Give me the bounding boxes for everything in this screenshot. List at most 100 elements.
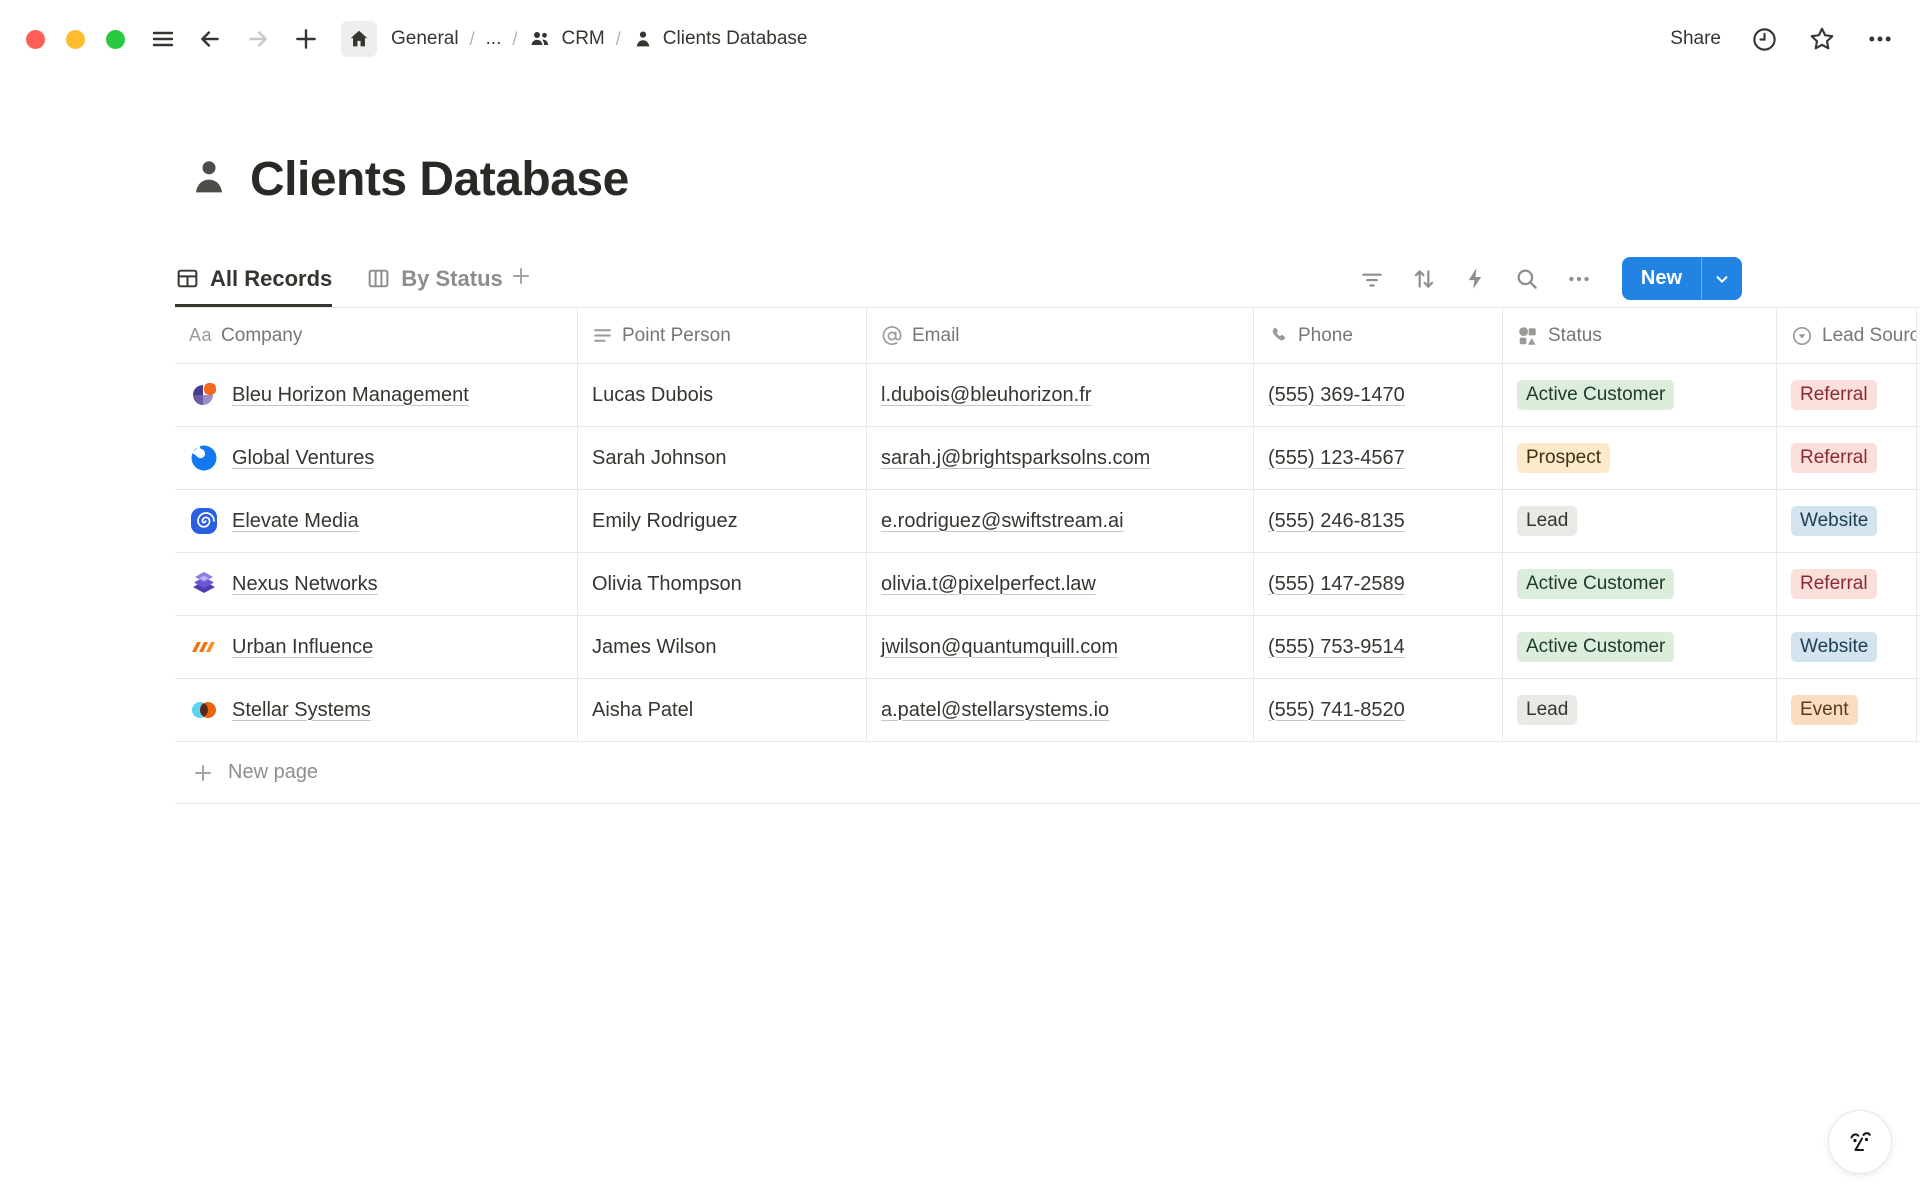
cell-phone[interactable]: (555) 123-4567 <box>1254 427 1503 489</box>
cell-phone[interactable]: (555) 741-8520 <box>1254 679 1503 741</box>
company-link[interactable]: Bleu Horizon Management <box>232 384 469 407</box>
status-badge[interactable]: Prospect <box>1517 443 1610 473</box>
tab-all-records[interactable]: All Records <box>175 250 332 307</box>
back-icon[interactable] <box>197 26 223 52</box>
status-badge[interactable]: Active Customer <box>1517 380 1674 410</box>
more-options-icon[interactable] <box>1566 266 1592 292</box>
cell-status[interactable]: Active Customer <box>1503 553 1777 615</box>
company-open-target[interactable]: Bleu Horizon Management <box>189 380 469 410</box>
lead-source-badge[interactable]: Referral <box>1791 380 1877 410</box>
email-link[interactable]: olivia.t@pixelperfect.law <box>881 573 1096 596</box>
cell-email[interactable]: olivia.t@pixelperfect.law <box>867 553 1254 615</box>
cell-phone[interactable]: (555) 369-1470 <box>1254 364 1503 426</box>
tab-by-status[interactable]: By Status <box>366 250 502 307</box>
email-link[interactable]: e.rodriguez@swiftstream.ai <box>881 510 1124 533</box>
cell-status[interactable]: Lead <box>1503 490 1777 552</box>
phone-link[interactable]: (555) 753-9514 <box>1268 636 1405 659</box>
cell-point-person[interactable]: Sarah Johnson <box>578 427 867 489</box>
cell-status[interactable]: Prospect <box>1503 427 1777 489</box>
company-open-target[interactable]: Elevate Media <box>189 506 359 536</box>
star-icon[interactable] <box>1808 25 1836 53</box>
cell-point-person[interactable]: Lucas Dubois <box>578 364 867 426</box>
cell-point-person[interactable]: Olivia Thompson <box>578 553 867 615</box>
cell-email[interactable]: e.rodriguez@swiftstream.ai <box>867 490 1254 552</box>
cell-phone[interactable]: (555) 246-8135 <box>1254 490 1503 552</box>
breadcrumb-item-general[interactable]: General <box>391 28 459 50</box>
column-header-company[interactable]: AaCompany <box>175 308 578 363</box>
cell-lead-source[interactable]: Event <box>1777 679 1917 741</box>
company-open-target[interactable]: Global Ventures <box>189 443 374 473</box>
ai-face-button[interactable] <box>1828 1110 1892 1174</box>
email-link[interactable]: a.patel@stellarsystems.io <box>881 699 1109 722</box>
more-icon[interactable] <box>1866 25 1894 53</box>
lead-source-badge[interactable]: Referral <box>1791 569 1877 599</box>
cell-point-person[interactable]: Emily Rodriguez <box>578 490 867 552</box>
company-link[interactable]: Elevate Media <box>232 510 359 533</box>
column-header-phone[interactable]: Phone <box>1254 308 1503 363</box>
email-link[interactable]: sarah.j@brightsparksolns.com <box>881 447 1150 470</box>
cell-email[interactable]: l.dubois@bleuhorizon.fr <box>867 364 1254 426</box>
company-open-target[interactable]: Stellar Systems <box>189 695 371 725</box>
cell-lead-source[interactable]: Website <box>1777 490 1917 552</box>
status-badge[interactable]: Active Customer <box>1517 569 1674 599</box>
cell-status[interactable]: Lead <box>1503 679 1777 741</box>
cell-lead-source[interactable]: Referral <box>1777 553 1917 615</box>
cell-phone[interactable]: (555) 147-2589 <box>1254 553 1503 615</box>
lightning-icon[interactable] <box>1463 266 1488 291</box>
lead-source-badge[interactable]: Event <box>1791 695 1858 725</box>
email-link[interactable]: jwilson@quantumquill.com <box>881 636 1118 659</box>
status-badge[interactable]: Active Customer <box>1517 632 1674 662</box>
close-window-button[interactable] <box>26 30 45 49</box>
breadcrumb-item-clients-database[interactable]: Clients Database <box>632 28 808 50</box>
company-link[interactable]: Stellar Systems <box>232 699 371 722</box>
add-view-icon[interactable] <box>509 264 533 293</box>
status-badge[interactable]: Lead <box>1517 695 1577 725</box>
new-page-button[interactable]: New page <box>175 742 1920 804</box>
cell-status[interactable]: Active Customer <box>1503 364 1777 426</box>
plus-icon[interactable] <box>293 26 319 52</box>
menu-icon[interactable] <box>151 27 175 51</box>
forward-icon[interactable] <box>245 26 271 52</box>
company-open-target[interactable]: Urban Influence <box>189 632 373 662</box>
cell-email[interactable]: sarah.j@brightsparksolns.com <box>867 427 1254 489</box>
status-badge[interactable]: Lead <box>1517 506 1577 536</box>
lead-source-badge[interactable]: Referral <box>1791 443 1877 473</box>
minimize-window-button[interactable] <box>66 30 85 49</box>
cell-lead-source[interactable]: Referral <box>1777 364 1917 426</box>
clock-icon[interactable] <box>1751 26 1778 53</box>
email-link[interactable]: l.dubois@bleuhorizon.fr <box>881 384 1091 407</box>
phone-link[interactable]: (555) 246-8135 <box>1268 510 1405 533</box>
cell-point-person[interactable]: Aisha Patel <box>578 679 867 741</box>
search-icon[interactable] <box>1514 266 1540 292</box>
sort-icon[interactable] <box>1411 266 1437 292</box>
share-button[interactable]: Share <box>1670 28 1721 50</box>
new-dropdown-chevron-icon[interactable] <box>1702 257 1742 300</box>
new-button[interactable]: New <box>1622 257 1701 300</box>
cell-lead-source[interactable]: Referral <box>1777 427 1917 489</box>
phone-link[interactable]: (555) 147-2589 <box>1268 573 1405 596</box>
breadcrumb-item-dots[interactable]: ... <box>486 28 502 50</box>
company-link[interactable]: Urban Influence <box>232 636 373 659</box>
cell-point-person[interactable]: James Wilson <box>578 616 867 678</box>
zoom-window-button[interactable] <box>106 30 125 49</box>
breadcrumb-item-crm[interactable]: CRM <box>528 27 604 51</box>
filter-icon[interactable] <box>1359 266 1385 292</box>
cell-phone[interactable]: (555) 753-9514 <box>1254 616 1503 678</box>
column-header-point-person[interactable]: Point Person <box>578 308 867 363</box>
column-header-email[interactable]: Email <box>867 308 1254 363</box>
column-header-status[interactable]: Status <box>1503 308 1777 363</box>
company-open-target[interactable]: Nexus Networks <box>189 569 378 599</box>
lead-source-badge[interactable]: Website <box>1791 632 1877 662</box>
phone-link[interactable]: (555) 369-1470 <box>1268 384 1405 407</box>
cell-email[interactable]: a.patel@stellarsystems.io <box>867 679 1254 741</box>
phone-link[interactable]: (555) 741-8520 <box>1268 699 1405 722</box>
company-link[interactable]: Nexus Networks <box>232 573 378 596</box>
cell-email[interactable]: jwilson@quantumquill.com <box>867 616 1254 678</box>
cell-status[interactable]: Active Customer <box>1503 616 1777 678</box>
phone-link[interactable]: (555) 123-4567 <box>1268 447 1405 470</box>
lead-source-badge[interactable]: Website <box>1791 506 1877 536</box>
cell-lead-source[interactable]: Website <box>1777 616 1917 678</box>
home-icon[interactable] <box>341 21 377 57</box>
column-header-lead-source[interactable]: Lead Source <box>1777 308 1917 363</box>
company-link[interactable]: Global Ventures <box>232 447 374 470</box>
